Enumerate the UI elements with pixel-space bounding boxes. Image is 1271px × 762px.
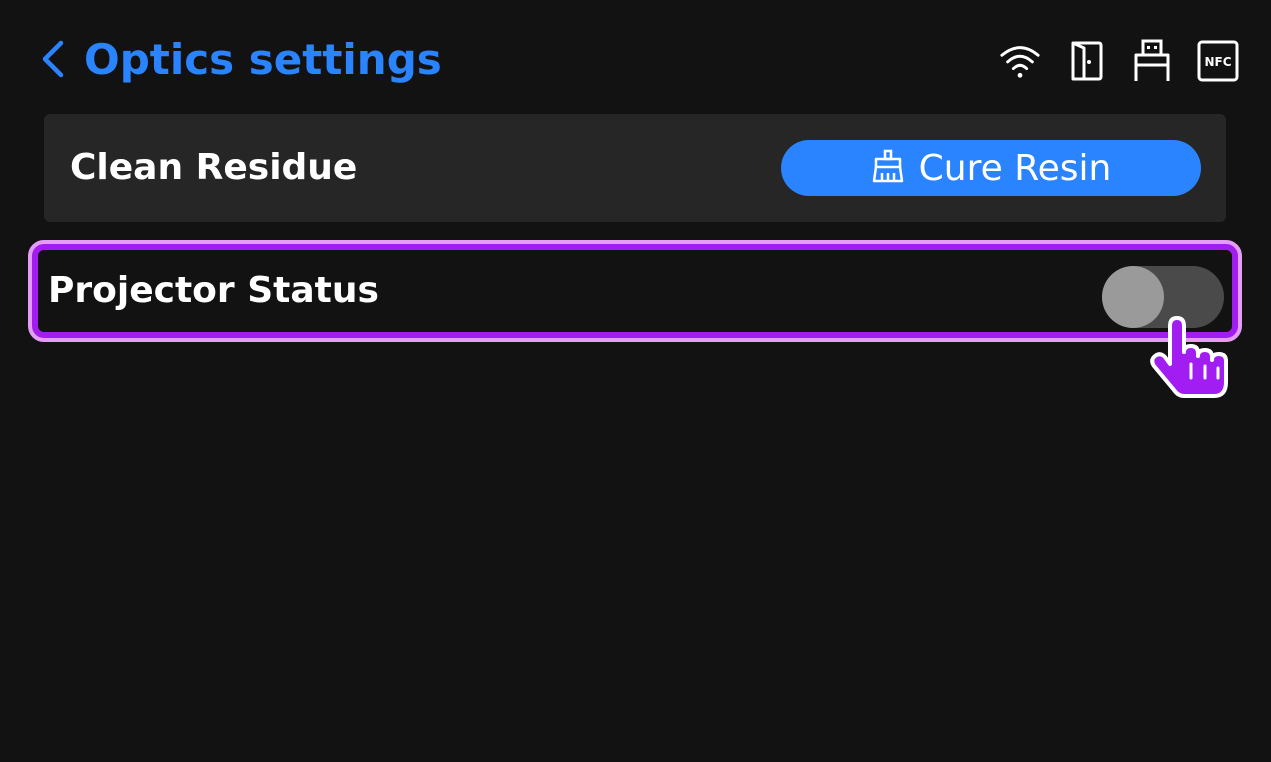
door-icon <box>1065 39 1107 83</box>
page-title: Optics settings <box>84 35 442 84</box>
hand-pointer-icon <box>1146 312 1236 404</box>
chevron-left-icon <box>41 39 65 83</box>
optics-settings-screen: Optics settings NFC Clean Residue Cure R… <box>0 0 1271 762</box>
cure-resin-button[interactable]: Cure Resin <box>781 140 1201 196</box>
back-button[interactable] <box>36 40 70 82</box>
wifi-icon <box>999 39 1041 83</box>
clean-residue-label: Clean Residue <box>70 147 358 188</box>
status-bar: NFC <box>999 38 1239 84</box>
projector-status-row: Projector Status <box>28 240 1242 342</box>
cure-resin-label: Cure Resin <box>918 147 1112 189</box>
nfc-label: NFC <box>1204 55 1231 69</box>
nfc-icon: NFC <box>1197 39 1239 83</box>
broom-icon <box>871 149 905 187</box>
clean-residue-row: Clean Residue Cure Resin <box>44 114 1226 222</box>
projector-status-label: Projector Status <box>48 270 379 311</box>
projector-status-row-inner: Projector Status <box>38 250 1232 332</box>
usb-icon <box>1131 39 1173 83</box>
